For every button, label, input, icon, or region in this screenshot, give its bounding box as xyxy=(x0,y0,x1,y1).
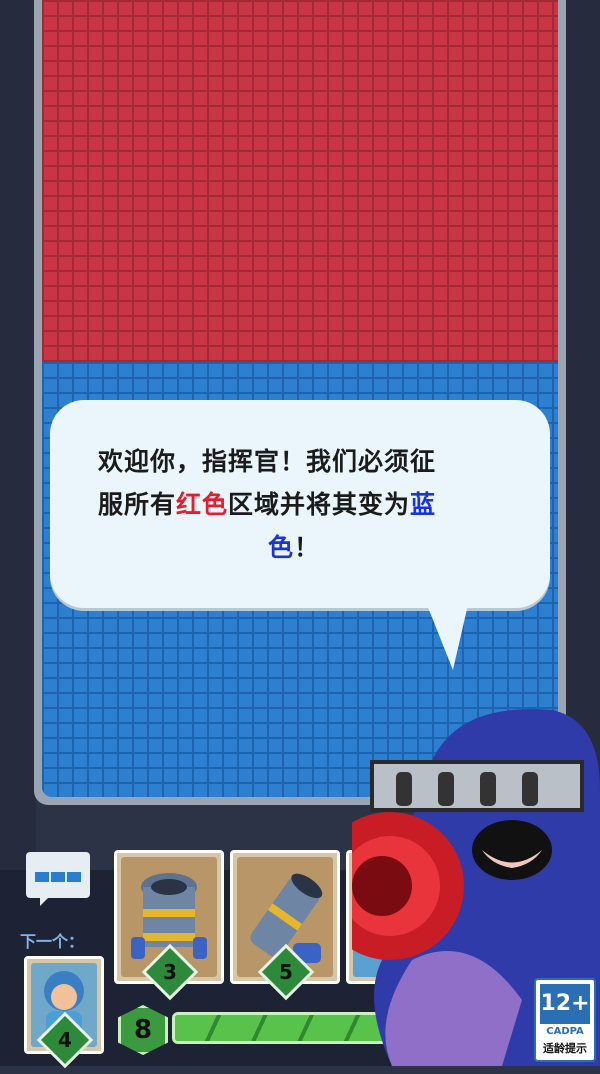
age-rating-value: 12+ xyxy=(540,984,590,1024)
game-board[interactable] xyxy=(42,0,558,797)
dialog-text-mid: 区域并将其变为 xyxy=(228,490,411,519)
chat-button-tail xyxy=(40,896,50,906)
dialog-line-2: 服所有红色区域并将其变为蓝 xyxy=(98,483,508,526)
highlight-blue-word-2: 色 xyxy=(268,533,295,562)
chat-dot xyxy=(51,872,65,882)
cannon-cost-value: 5 xyxy=(279,960,293,984)
dialog-line-1: 欢迎你，指挥官！我们必须征 xyxy=(98,447,437,476)
next-card-label: 下一个： xyxy=(20,932,85,951)
next-card-cost-value: 4 xyxy=(58,1028,72,1052)
chat-bubble-icon xyxy=(35,872,49,882)
chat-dot xyxy=(67,872,81,882)
age-rating-badge[interactable]: 12+ CADPA 适龄提示 xyxy=(534,978,596,1062)
age-rating-org: CADPA xyxy=(546,1026,584,1037)
dialog-line-3: 色！ xyxy=(98,526,508,569)
highlight-red-word: 红色 xyxy=(176,490,229,519)
dialog-text-pre: 服所有 xyxy=(98,490,177,519)
age-rating-label: 适龄提示 xyxy=(543,1042,587,1055)
dialog-text-post: ！ xyxy=(294,533,321,562)
cannon-tower-cost-value: 3 xyxy=(163,960,177,984)
red-territory xyxy=(42,0,558,362)
elixir-count: 8 xyxy=(133,1015,153,1045)
chat-button[interactable] xyxy=(26,852,90,898)
dialog-text: 欢迎你，指挥官！我们必须征 服所有红色区域并将其变为蓝 色！ xyxy=(98,440,508,569)
highlight-blue-word-1: 蓝 xyxy=(410,490,437,519)
